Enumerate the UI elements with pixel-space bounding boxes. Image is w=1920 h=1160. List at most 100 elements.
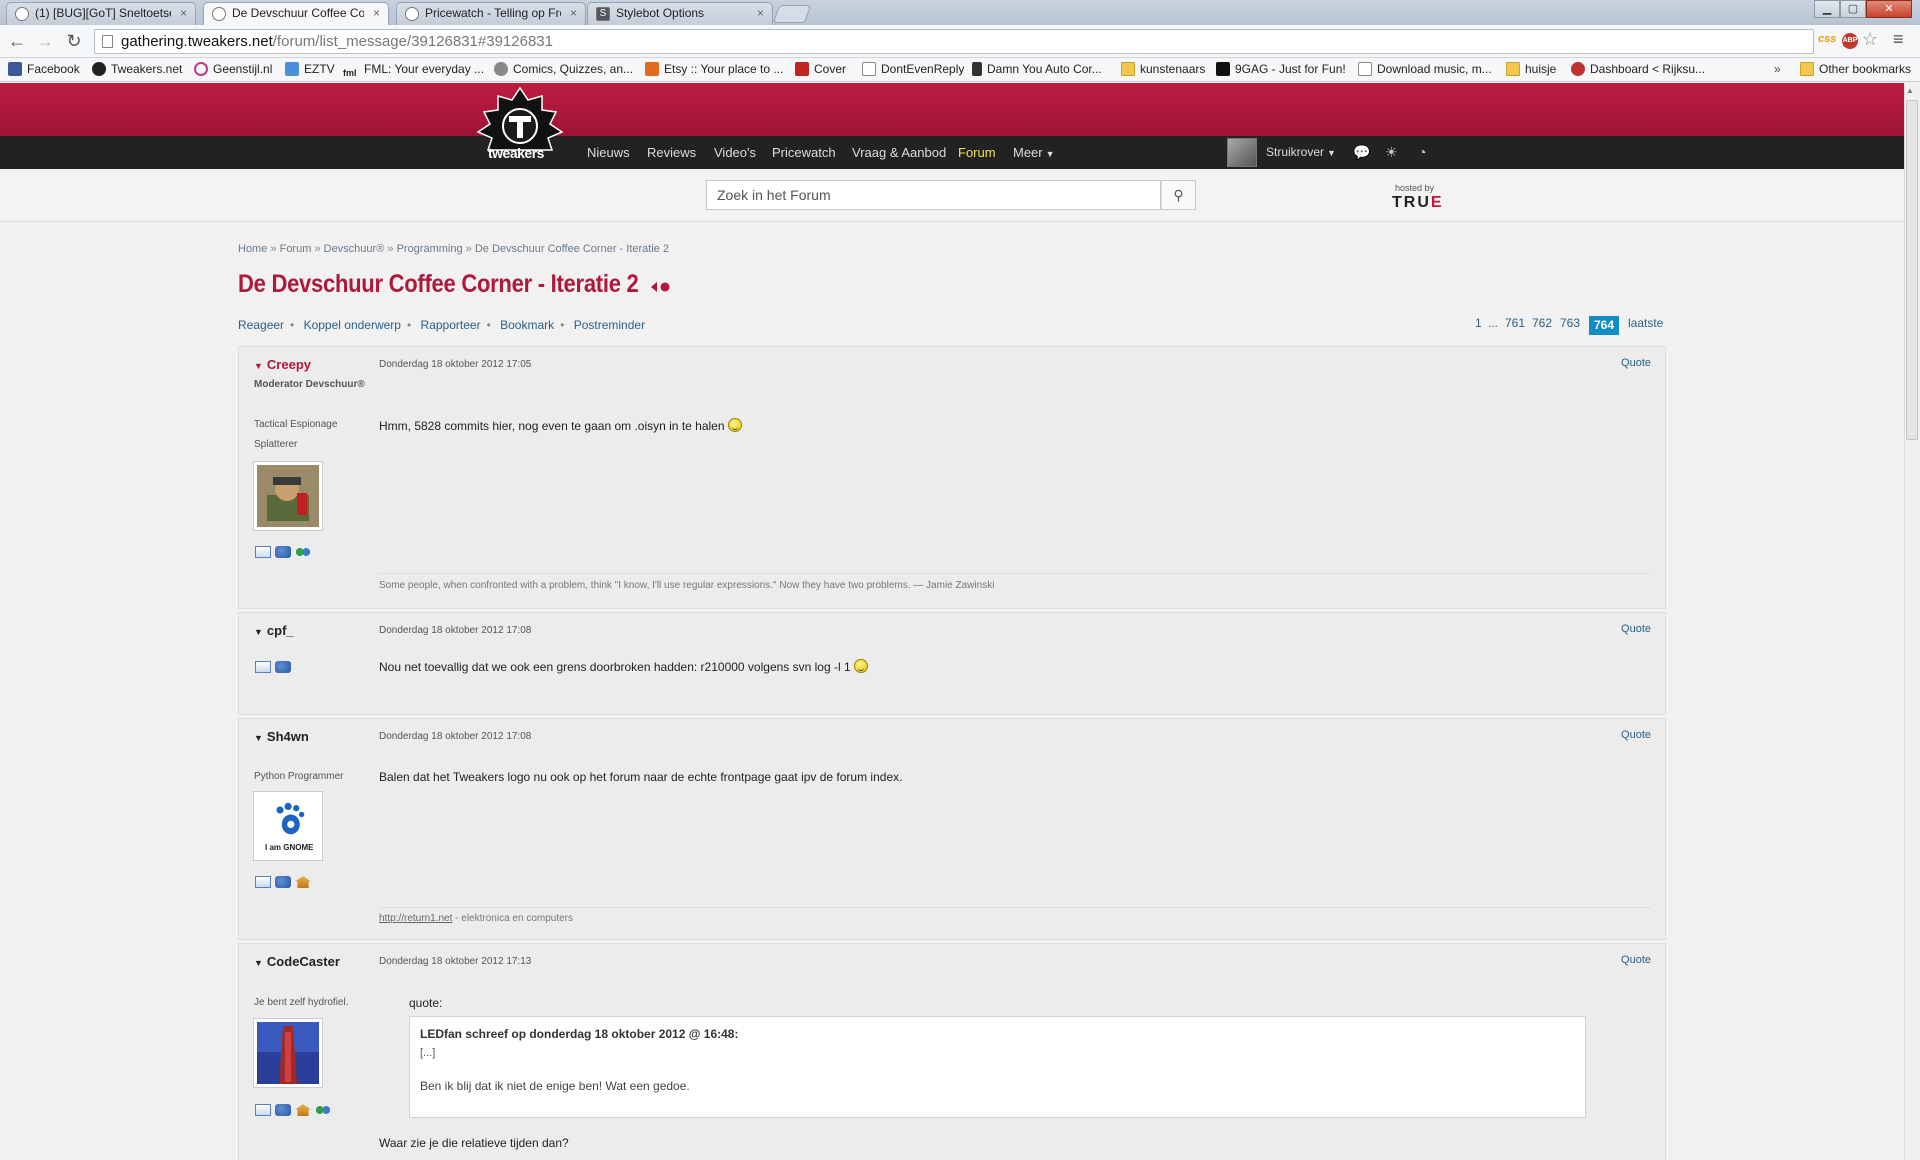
chat-bubble-icon[interactable]: 💬 <box>1353 136 1370 169</box>
bookmark-donteven-reply[interactable]: DontEvenReply <box>862 58 964 80</box>
new-tab-button[interactable] <box>772 5 812 23</box>
post-date[interactable]: Donderdag 18 oktober 2012 17:13 <box>379 956 531 967</box>
koppel-onderwerp-link[interactable]: Koppel onderwerp <box>304 318 401 332</box>
close-icon[interactable]: × <box>757 3 764 24</box>
window-close-button[interactable]: ✕ <box>1866 0 1912 18</box>
back-arrow-icon[interactable]: ← <box>5 29 29 53</box>
bookmark-link[interactable]: Bookmark <box>500 318 554 332</box>
scrollbar-thumb[interactable] <box>1906 100 1918 440</box>
post-author[interactable]: ▼ CodeCaster <box>254 954 340 969</box>
forum-search-input[interactable]: Zoek in het Forum <box>706 180 1161 210</box>
stylebot-extension-icon[interactable]: css <box>1818 33 1836 45</box>
private-message-icon[interactable] <box>275 661 291 674</box>
page-link-762[interactable]: 762 <box>1532 316 1552 330</box>
tab-stylebot-options[interactable]: S Stylebot Options × <box>587 2 773 25</box>
collapse-triangle-icon[interactable]: ▼ <box>254 627 263 637</box>
homepage-icon[interactable] <box>295 876 311 889</box>
collapse-triangle-icon[interactable]: ▼ <box>254 958 263 968</box>
collapse-triangle-icon[interactable]: ▼ <box>254 361 263 371</box>
private-message-icon[interactable] <box>275 1104 291 1117</box>
nav-reviews[interactable]: Reviews <box>647 136 696 169</box>
post-date[interactable]: Donderdag 18 oktober 2012 17:08 <box>379 731 531 742</box>
bookmarks-overflow-chevron-icon[interactable]: » <box>1774 58 1781 80</box>
nav-meer[interactable]: Meer ▼ <box>1013 136 1055 169</box>
page-link-laatste[interactable]: laatste <box>1628 316 1663 330</box>
post-date[interactable]: Donderdag 18 oktober 2012 17:05 <box>379 359 531 370</box>
bookmark-eztv[interactable]: EZTV <box>285 58 335 80</box>
avatar[interactable]: I am GNOME <box>253 791 323 861</box>
page-link-761[interactable]: 761 <box>1505 316 1525 330</box>
bookmark-fml[interactable]: fml FML: Your everyday ... <box>343 58 484 80</box>
private-message-icon[interactable] <box>275 876 291 889</box>
bookmark-9gag[interactable]: 9GAG - Just for Fun! <box>1216 58 1346 80</box>
post-date[interactable]: Donderdag 18 oktober 2012 17:08 <box>379 625 531 636</box>
reageer-link[interactable]: Reageer <box>238 318 284 332</box>
user-avatar[interactable] <box>1227 138 1257 167</box>
quote-button[interactable]: Quote <box>1621 729 1651 741</box>
bookmark-tweakers[interactable]: Tweakers.net <box>92 58 182 80</box>
nav-forum[interactable]: Forum <box>958 136 996 169</box>
add-buddy-icon[interactable] <box>295 546 311 559</box>
page-link-763[interactable]: 763 <box>1560 316 1580 330</box>
bookmark-folder-kunstenaars[interactable]: kunstenaars <box>1121 58 1205 80</box>
tab-pricewatch[interactable]: Pricewatch - Telling op Fro × <box>396 2 586 25</box>
tweakers-logo-text[interactable]: tweakers <box>488 145 544 161</box>
quote-button[interactable]: Quote <box>1621 954 1651 966</box>
maximize-button[interactable]: ▢ <box>1840 0 1866 18</box>
tab-devschuur-coffee-corner[interactable]: De Devschuur Coffee Corn × <box>203 2 389 25</box>
avatar[interactable] <box>253 1018 323 1088</box>
close-icon[interactable]: × <box>180 3 187 24</box>
postreminder-link[interactable]: Postreminder <box>574 318 645 332</box>
breadcrumb-programming[interactable]: Programming <box>397 243 463 255</box>
breadcrumb-topic[interactable]: De Devschuur Coffee Corner - Iteratie 2 <box>475 243 669 255</box>
minimize-button[interactable]: ▁ <box>1814 0 1840 18</box>
close-icon[interactable]: × <box>570 3 577 24</box>
true-host-logo[interactable]: TRUE <box>1392 194 1444 212</box>
reload-icon[interactable]: ↻ <box>62 29 86 53</box>
page-link-1[interactable]: 1 <box>1475 316 1482 330</box>
topic-jump-arrow-icon[interactable] <box>649 280 671 294</box>
nav-vraag-aanbod[interactable]: Vraag & Aanbod <box>852 136 946 169</box>
bookmark-cover[interactable]: Cover <box>795 58 846 80</box>
theme-sun-icon[interactable]: ☀ <box>1385 136 1398 169</box>
bookmark-facebook[interactable]: Facebook <box>8 58 80 80</box>
breadcrumb-home[interactable]: Home <box>238 243 267 255</box>
add-buddy-icon[interactable] <box>315 1104 331 1117</box>
profile-card-icon[interactable] <box>255 661 271 674</box>
forward-arrow-icon[interactable]: → <box>33 29 57 53</box>
breadcrumb-devschuur[interactable]: Devschuur® <box>324 243 385 255</box>
bookmark-damn-you-auto-correct[interactable]: Damn You Auto Cor... <box>972 58 1102 80</box>
address-bar[interactable]: gathering.tweakers.net/forum/list_messag… <box>94 29 1814 54</box>
post-author[interactable]: ▼ Creepy <box>254 357 311 372</box>
post-author[interactable]: ▼ Sh4wn <box>254 729 309 744</box>
tab-bug-sneltoetsen[interactable]: (1) [BUG][GoT] Sneltoetsen × <box>6 2 196 25</box>
bookmark-folder-other[interactable]: Other bookmarks <box>1800 58 1911 80</box>
bookmark-geenstijl[interactable]: Geenstijl.nl <box>194 58 272 80</box>
bookmark-comics-quizzes[interactable]: Comics, Quizzes, an... <box>494 58 633 80</box>
bookmark-folder-huisje[interactable]: huisje <box>1506 58 1556 80</box>
signature-link[interactable]: http://return1.net <box>379 913 452 924</box>
scroll-up-arrow-icon[interactable]: ▲ <box>1906 86 1914 95</box>
close-icon[interactable]: × <box>373 3 380 24</box>
breadcrumb-forum[interactable]: Forum <box>280 243 312 255</box>
profile-card-icon[interactable] <box>255 546 271 559</box>
chrome-menu-icon[interactable]: ≡ <box>1893 29 1904 50</box>
search-icon[interactable]: ⚲ <box>1161 180 1196 210</box>
nav-nieuws[interactable]: Nieuws <box>587 136 630 169</box>
quote-button[interactable]: Quote <box>1621 357 1651 369</box>
avatar[interactable] <box>253 461 323 531</box>
profile-card-icon[interactable] <box>255 1104 271 1117</box>
adblock-extension-icon[interactable]: ABP <box>1842 33 1858 49</box>
bookmark-etsy[interactable]: Etsy :: Your place to ... <box>645 58 783 80</box>
quote-button[interactable]: Quote <box>1621 623 1651 635</box>
bookmark-dashboard-rijksu[interactable]: Dashboard < Rijksu... <box>1571 58 1705 80</box>
bookmark-star-icon[interactable]: ☆ <box>1862 29 1878 50</box>
profile-card-icon[interactable] <box>255 876 271 889</box>
private-message-icon[interactable] <box>275 546 291 559</box>
homepage-icon[interactable] <box>295 1104 311 1117</box>
post-author[interactable]: ▼ cpf_ <box>254 623 294 638</box>
rapporteer-link[interactable]: Rapporteer <box>421 318 481 332</box>
nav-pricewatch[interactable]: Pricewatch <box>772 136 836 169</box>
bookmark-download-music[interactable]: Download music, m... <box>1358 58 1492 80</box>
collapse-triangle-icon[interactable]: ▼ <box>254 733 263 743</box>
